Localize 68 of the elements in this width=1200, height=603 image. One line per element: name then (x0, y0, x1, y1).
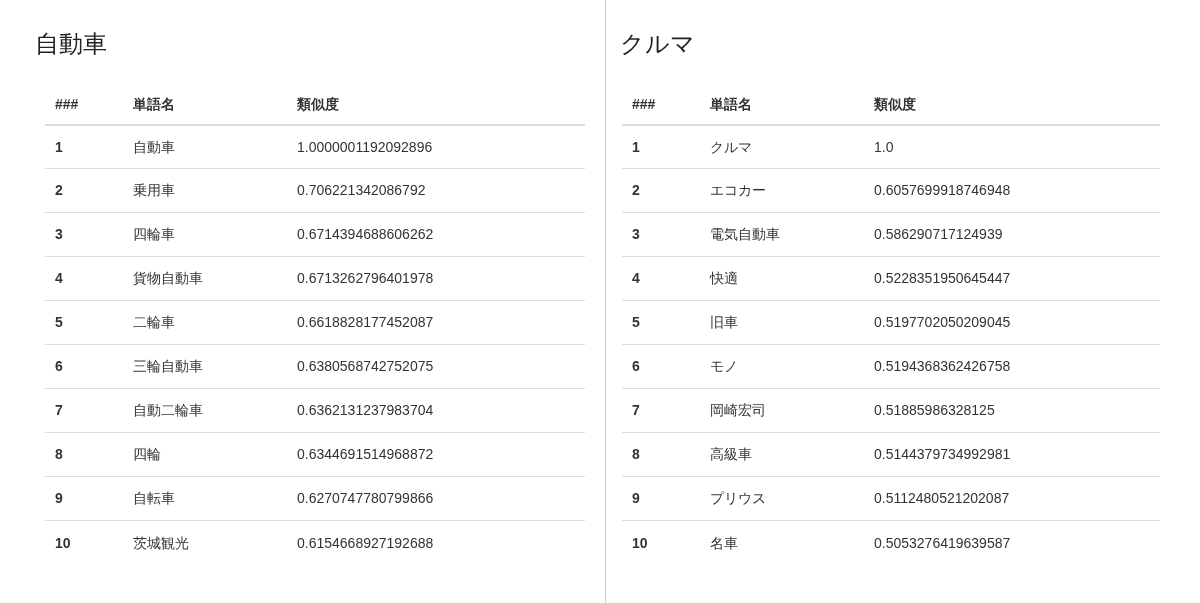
word-cell: モノ (700, 344, 864, 389)
similarity-cell: 0.5053276419639587 (864, 520, 1160, 565)
word-cell: 旧車 (700, 300, 864, 345)
similarity-cell: 0.6362131237983704 (287, 388, 585, 433)
rank-cell: 5 (622, 300, 700, 345)
word-cell: 自動二輪車 (123, 388, 287, 433)
similarity-cell: 0.706221342086792 (287, 168, 585, 213)
similarity-cell: 0.6618828177452087 (287, 300, 585, 345)
rank-cell: 2 (45, 168, 123, 213)
similarity-cell: 0.6270747780799866 (287, 476, 585, 521)
rank-cell: 7 (622, 388, 700, 433)
rank-cell: 7 (45, 388, 123, 433)
rank-cell: 10 (45, 520, 123, 565)
similarity-cell: 1.0000001192092896 (287, 124, 585, 169)
similarity-cell: 0.6344691514968872 (287, 432, 585, 477)
similarity-cell: 0.51885986328125 (864, 388, 1160, 433)
word-cell: 二輪車 (123, 300, 287, 345)
rank-cell: 6 (622, 344, 700, 389)
similarity-cell: 0.6380568742752075 (287, 344, 585, 389)
similarity-cell: 0.6057699918746948 (864, 168, 1160, 213)
column-header: 類似度 (864, 84, 1160, 125)
word-cell: 自動車 (123, 124, 287, 169)
similarity-cell: 0.5112480521202087 (864, 476, 1160, 521)
word-cell: 自転車 (123, 476, 287, 521)
rank-cell: 4 (45, 256, 123, 301)
word-cell: 岡崎宏司 (700, 388, 864, 433)
rank-cell: 1 (622, 124, 700, 169)
column-header: ### (45, 84, 123, 125)
similarity-cell: 0.5144379734992981 (864, 432, 1160, 477)
rank-cell: 2 (622, 168, 700, 213)
word-cell: 四輪 (123, 432, 287, 477)
word-cell: 電気自動車 (700, 212, 864, 257)
column-header: 単語名 (123, 84, 287, 125)
word-cell: エコカー (700, 168, 864, 213)
rank-cell: 8 (622, 432, 700, 477)
rank-cell: 9 (622, 476, 700, 521)
column-header: 単語名 (700, 84, 864, 125)
word-cell: 快適 (700, 256, 864, 301)
similarity-cell: 0.6154668927192688 (287, 520, 585, 565)
panel-title: クルマ (620, 30, 696, 59)
rank-cell: 5 (45, 300, 123, 345)
word-cell: 高級車 (700, 432, 864, 477)
column-header: 類似度 (287, 84, 585, 125)
panel-title: 自動車 (35, 30, 108, 59)
rank-cell: 4 (622, 256, 700, 301)
word-cell: 乗用車 (123, 168, 287, 213)
rank-cell: 1 (45, 124, 123, 169)
rank-cell: 6 (45, 344, 123, 389)
similarity-cell: 0.5228351950645447 (864, 256, 1160, 301)
word-cell: 茨城観光 (123, 520, 287, 565)
word-cell: 名車 (700, 520, 864, 565)
similarity-cell: 1.0 (864, 124, 1160, 169)
word-cell: クルマ (700, 124, 864, 169)
similarity-cell: 0.5194368362426758 (864, 344, 1160, 389)
similarity-cell: 0.6713262796401978 (287, 256, 585, 301)
word-cell: 貨物自動車 (123, 256, 287, 301)
rank-cell: 8 (45, 432, 123, 477)
column-header: ### (622, 84, 700, 125)
similarity-cell: 0.5197702050209045 (864, 300, 1160, 345)
rank-cell: 3 (45, 212, 123, 257)
rank-cell: 9 (45, 476, 123, 521)
similarity-cell: 0.586290717124939 (864, 212, 1160, 257)
word-cell: 三輪自動車 (123, 344, 287, 389)
word-cell: プリウス (700, 476, 864, 521)
word-cell: 四輪車 (123, 212, 287, 257)
rank-cell: 3 (622, 212, 700, 257)
rank-cell: 10 (622, 520, 700, 565)
similarity-cell: 0.6714394688606262 (287, 212, 585, 257)
